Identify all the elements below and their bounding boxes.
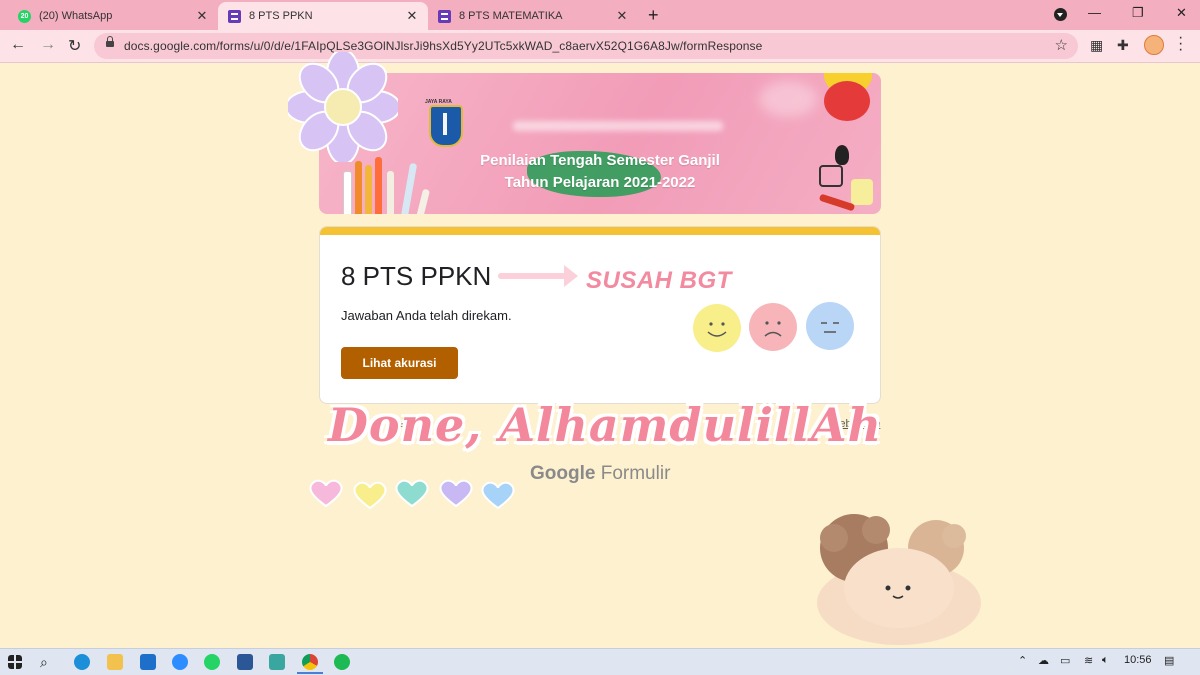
forms-wordmark: Formulir [600, 463, 671, 484]
new-tab-button[interactable]: + [648, 5, 659, 26]
search-icon[interactable]: ⌕ [40, 654, 56, 670]
tab-8-pts-ppkn[interactable]: 8 PTS PPKN ✕ [218, 2, 428, 30]
google-forms-icon [228, 9, 241, 23]
tab-label: 8 PTS PPKN [249, 10, 313, 22]
minimize-button[interactable]: — [1088, 5, 1101, 20]
edge-icon[interactable] [74, 654, 90, 670]
red-cup-decoration [824, 81, 870, 121]
restore-button[interactable]: ❐ [1132, 5, 1144, 21]
arrow-sticker [498, 265, 578, 287]
back-icon[interactable]: ← [10, 36, 26, 54]
grid-extension-icon[interactable]: ▦ [1090, 37, 1103, 54]
google-wordmark: Google [530, 463, 596, 484]
puppy-sticker [817, 514, 981, 645]
close-tab-icon[interactable]: ✕ [194, 8, 210, 24]
zoom-icon[interactable] [172, 654, 188, 670]
reload-icon[interactable]: ↻ [68, 36, 81, 56]
tab-search-icon[interactable] [1054, 8, 1067, 21]
card-accent-bar [320, 227, 880, 235]
spotify-icon[interactable] [334, 654, 350, 670]
confirmation-message: Jawaban Anda telah direkam. [341, 308, 512, 323]
sad-face-sticker [749, 303, 797, 351]
tab-whatsapp[interactable]: 20 (20) WhatsApp ✕ [8, 2, 218, 30]
profile-avatar[interactable] [1144, 35, 1164, 55]
happy-face-sticker [693, 304, 741, 352]
banner-title-line2: Tahun Pelajaran 2021-2022 [504, 174, 696, 191]
whatsapp-taskbar-icon[interactable] [204, 654, 220, 670]
form-response-card: 8 PTS PPKN SUSAH BGT Jawaban Anda telah … [319, 226, 881, 404]
banner-title: Penilaian Tengah Semester Ganjil Tahun P… [319, 150, 881, 194]
notification-icon[interactable]: ▤ [1164, 654, 1174, 667]
battery-icon[interactable]: ▭ [1060, 654, 1070, 667]
crayon-decoration [818, 193, 856, 212]
bookmark-star-icon[interactable]: ☆ [1055, 36, 1068, 54]
windows-start-icon[interactable] [8, 655, 22, 669]
banner-title-line1: Penilaian Tengah Semester Ganjil [480, 152, 720, 169]
jakarta-crest-logo [429, 105, 463, 147]
browser-toolbar: ← → ↻ docs.google.com/forms/u/0/d/e/1FAI… [0, 30, 1200, 63]
tab-label: 8 PTS MATEMATIKA [459, 10, 563, 22]
file-explorer-icon[interactable] [107, 654, 123, 670]
done-sticker-text: Done, AlhamdulillAh [328, 398, 883, 452]
neutral-face-sticker [806, 302, 854, 350]
close-window-button[interactable]: ✕ [1176, 5, 1187, 21]
puzzle-extensions-icon[interactable]: ✚ [1117, 37, 1129, 54]
close-tab-icon[interactable]: ✕ [614, 8, 630, 24]
address-bar[interactable]: docs.google.com/forms/u/0/d/e/1FAIpQLSe3… [94, 33, 1078, 59]
tab-strip: 20 (20) WhatsApp ✕ 8 PTS PPKN ✕ 8 PTS MA… [0, 0, 1200, 30]
hearts-sticker [309, 479, 515, 510]
close-tab-icon[interactable]: ✕ [404, 8, 420, 24]
crest-label: JAYA RAYA [425, 99, 452, 105]
url-text[interactable]: docs.google.com/forms/u/0/d/e/1FAIpQLSe3… [124, 39, 762, 53]
annotation-text: SUSAH BGT [586, 267, 732, 294]
windows-taskbar: ⌕ ⌃ ☁ ▭ ≋ 🔈︎ 10:56 ▤ [0, 648, 1200, 675]
menu-dots-icon[interactable]: · · · [1178, 30, 1183, 58]
forward-icon[interactable]: → [40, 36, 56, 54]
purple-flower-sticker [288, 52, 398, 162]
word-icon[interactable] [237, 654, 253, 670]
app-icon[interactable] [269, 654, 285, 670]
volume-icon[interactable]: 🔈︎ [1102, 654, 1109, 667]
view-accuracy-button[interactable]: Lihat akurasi [341, 347, 458, 379]
clock-time[interactable]: 10:56 [1124, 654, 1152, 666]
tab-label: (20) WhatsApp [39, 10, 113, 22]
blur-patch [759, 81, 817, 117]
form-title: 8 PTS PPKN [341, 261, 492, 291]
chevron-up-icon[interactable]: ⌃ [1018, 654, 1027, 667]
redacted-school-name [513, 121, 723, 131]
form-header-banner: JAYA RAYA Penilaian Tengah Semester Ganj… [319, 73, 881, 214]
chrome-icon[interactable] [302, 654, 318, 670]
tab-8-pts-matematika[interactable]: 8 PTS MATEMATIKA ✕ [428, 2, 638, 30]
onedrive-icon[interactable]: ☁ [1038, 654, 1049, 667]
wifi-icon[interactable]: ≋ [1084, 654, 1093, 667]
google-forms-logo: Google Formulir [530, 463, 670, 485]
google-forms-icon [438, 9, 451, 23]
lock-icon[interactable] [106, 36, 114, 47]
whatsapp-icon: 20 [18, 9, 31, 23]
mail-icon[interactable] [140, 654, 156, 670]
